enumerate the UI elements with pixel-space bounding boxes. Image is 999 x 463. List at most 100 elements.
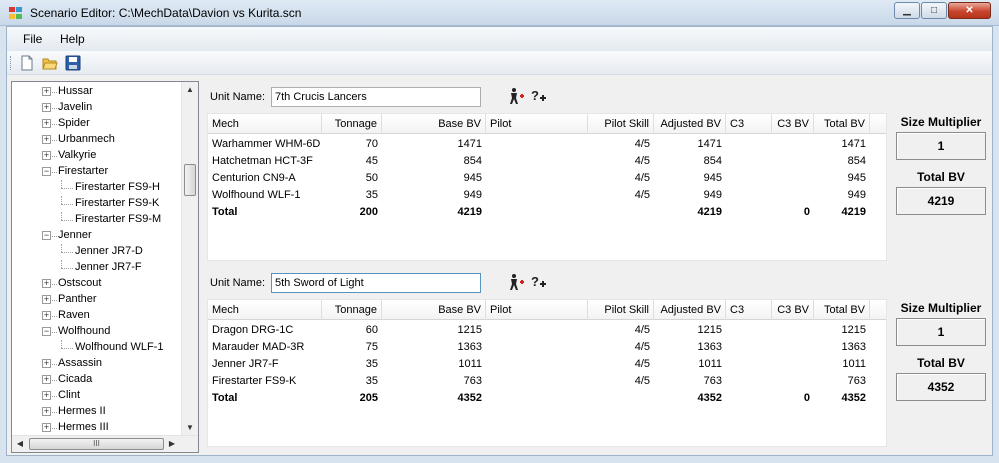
scroll-right-icon[interactable]: ▶ [164,436,180,452]
tree-item[interactable]: − Jenner [12,228,182,244]
expand-icon[interactable]: + [42,407,51,416]
expand-icon[interactable]: + [42,391,51,400]
tree-hscroll-thumb[interactable]: III [29,438,164,450]
tree-item[interactable]: + Raven [12,308,182,324]
expand-icon[interactable]: + [42,103,51,112]
add-mech-icon[interactable] [507,273,525,291]
menu-help[interactable]: Help [60,32,85,46]
add-mech-icon[interactable] [507,87,525,105]
tree-item[interactable]: + Javelin [12,100,182,116]
cell-total-bv: 945 [847,172,866,184]
tree-item[interactable]: + Cicada [12,372,182,388]
table-row[interactable]: Jenner JR7-F 35 1011 4/5 1011 1011 [208,356,886,373]
tree-item[interactable]: + Assassin [12,356,182,372]
open-folder-icon[interactable] [42,55,58,71]
column-header[interactable]: Tonnage [322,300,382,320]
collapse-icon[interactable]: − [42,327,51,336]
column-header[interactable]: Pilot [486,300,588,320]
column-header[interactable]: Pilot Skill [588,300,654,320]
expand-icon[interactable]: + [42,135,51,144]
column-header[interactable]: Mech [208,300,322,320]
tree-item[interactable]: + Urbanmech [12,132,182,148]
save-disk-icon[interactable] [65,55,81,71]
expand-icon[interactable]: + [42,311,51,320]
column-header[interactable]: Base BV [382,300,486,320]
unit-name-input[interactable] [271,273,481,293]
collapse-icon[interactable]: − [42,231,51,240]
tree-item[interactable]: Firestarter FS9-K [12,196,182,212]
cell-c3-bv [772,153,814,170]
table-row[interactable]: Centurion CN9-A 50 945 4/5 945 945 [208,170,886,187]
column-header[interactable]: Pilot Skill [588,114,654,134]
total-bv-label: Total BV [917,356,965,370]
scroll-left-icon[interactable]: ◀ [12,436,28,452]
tree-item[interactable]: Firestarter FS9-H [12,180,182,196]
tree-item[interactable]: + Panther [12,292,182,308]
unit-name-input[interactable] [271,87,481,107]
scroll-down-icon[interactable]: ▼ [182,420,198,436]
mech-tree[interactable]: + Hussar + Javelin + Spider + Urbanmech + Valkyri… [11,81,199,453]
column-header[interactable]: Adjusted BV [654,300,726,320]
column-header[interactable]: C3 BV [772,300,814,320]
table-row[interactable]: Dragon DRG-1C 60 1215 4/5 1215 1215 [208,322,886,339]
add-pilot-icon[interactable]: ? [530,87,548,105]
table-row[interactable]: Warhammer WHM-6D 70 1471 4/5 1471 1471 [208,136,886,153]
column-header[interactable]: C3 [726,300,772,320]
minimize-button[interactable]: ▁ [894,2,920,19]
minimize-icon: ▁ [903,5,911,16]
column-header[interactable]: Mech [208,114,322,134]
column-header[interactable]: Total BV [814,300,870,320]
expand-icon[interactable]: + [42,279,51,288]
tree-item[interactable]: Firestarter FS9-M [12,212,182,228]
table-row[interactable]: Marauder MAD-3R 75 1363 4/5 1363 1363 [208,339,886,356]
column-header[interactable]: Adjusted BV [654,114,726,134]
tree-item[interactable]: Jenner JR7-D [12,244,182,260]
tree-item[interactable]: + Clint [12,388,182,404]
column-header[interactable]: Base BV [382,114,486,134]
tree-item[interactable]: − Wolfhound [12,324,182,340]
close-button[interactable]: ✕ [948,2,991,19]
menu-file[interactable]: File [23,32,42,46]
expand-icon[interactable]: + [42,295,51,304]
tree-scroll-thumb[interactable] [184,164,196,196]
column-header[interactable]: C3 [726,114,772,134]
column-header[interactable]: C3 BV [772,114,814,134]
expand-icon[interactable]: + [42,87,51,96]
column-header[interactable]: Total BV [814,114,870,134]
tree-item-label: Ostscout [58,277,102,289]
new-document-icon[interactable] [19,55,35,71]
tree-item[interactable]: + Hussar [12,84,182,100]
size-multiplier-value: 1 [896,132,986,160]
expand-icon[interactable]: + [42,119,51,128]
scroll-up-icon[interactable]: ▲ [182,82,198,98]
expand-icon[interactable]: + [42,151,51,160]
column-header[interactable]: Pilot [486,114,588,134]
toolbar-grip[interactable] [10,56,13,70]
table-row[interactable]: Wolfhound WLF-1 35 949 4/5 949 949 [208,187,886,204]
table-row[interactable]: Firestarter FS9-K 35 763 4/5 763 763 [208,373,886,390]
expand-icon[interactable]: + [42,375,51,384]
cell-skill: 4/5 [634,172,650,184]
tree-item[interactable]: + Hermes II [12,404,182,420]
unit-grid[interactable]: Mech Tonnage Base BV Pilot Pilot Skill Adjust… [207,299,887,447]
expand-icon[interactable]: + [42,359,51,368]
svg-text:?: ? [531,88,539,103]
tree-item[interactable]: − Firestarter [12,164,182,180]
tree-vertical-scrollbar[interactable]: ▲ ▼ [181,82,198,436]
tree-item[interactable]: Wolfhound WLF-1 [12,340,182,356]
add-pilot-icon[interactable]: ? [530,273,548,291]
tree-item-label: Wolfhound [58,325,111,337]
total-row: Total 205 4352 4352 0 4352 [208,390,886,407]
tree-item[interactable]: + Ostscout [12,276,182,292]
maximize-button[interactable]: □ [921,2,947,19]
column-header[interactable]: Tonnage [322,114,382,134]
tree-item[interactable]: + Hermes III [12,420,182,436]
tree-item[interactable]: + Valkyrie [12,148,182,164]
expand-icon[interactable]: + [42,423,51,432]
tree-item[interactable]: + Spider [12,116,182,132]
tree-item[interactable]: Jenner JR7-F [12,260,182,276]
collapse-icon[interactable]: − [42,167,51,176]
table-row[interactable]: Hatchetman HCT-3F 45 854 4/5 854 854 [208,153,886,170]
tree-horizontal-scrollbar[interactable]: ◀ III ▶ [12,435,198,452]
unit-grid[interactable]: Mech Tonnage Base BV Pilot Pilot Skill Adjust… [207,113,887,261]
